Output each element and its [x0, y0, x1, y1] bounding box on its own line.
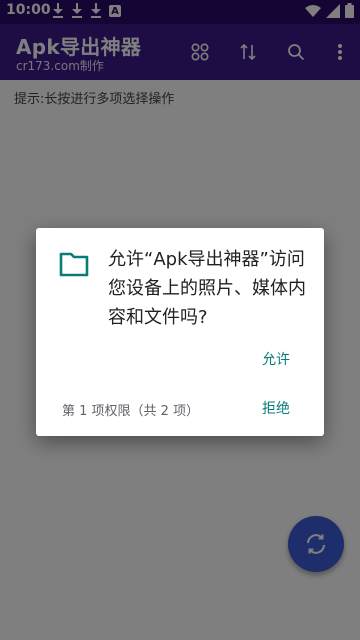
dialog-message: 允许“Apk导出神器”访问您设备上的照片、媒体内容和文件吗?	[108, 249, 306, 328]
permission-dialog: 允许“Apk导出神器”访问您设备上的照片、媒体内容和文件吗? 允许 第 1 项权…	[36, 228, 324, 436]
deny-button[interactable]: 拒绝	[262, 398, 290, 418]
folder-icon	[59, 252, 89, 277]
permission-count: 第 1 项权限（共 2 项）	[62, 404, 200, 419]
allow-button[interactable]: 允许	[262, 349, 290, 369]
